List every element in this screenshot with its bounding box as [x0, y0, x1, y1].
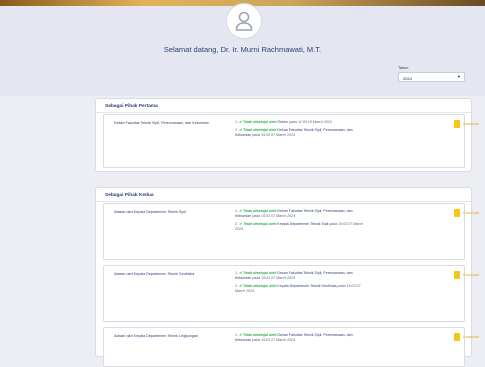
item-title: Dekan Fakultas Teknik Sipil, Perencanaan… [114, 121, 209, 125]
welcome-message: Selamat datang, Dr. Ir. Murni Rachmawati… [163, 45, 322, 54]
approval-log: 1. ✔ Telah disetujui oleh Dekan Fakultas… [235, 271, 365, 297]
download-label: Download [463, 272, 479, 277]
list-item: Dekan Fakultas Teknik Sipil, Perencanaan… [103, 114, 479, 168]
item-title: Atasan dari Kepala Departemen Teknik Geo… [114, 272, 195, 276]
user-icon [235, 11, 253, 31]
section-title: Sebagai Pihak Kedua [105, 193, 154, 198]
approval-log: 1. ✔ Telah disetujui oleh Rektor pada 11… [235, 120, 365, 141]
download-label: Download [463, 334, 479, 339]
list-item: Atasan dari Kepala Departemen Teknik Lin… [103, 327, 479, 367]
document-icon [454, 120, 460, 128]
tahun-select[interactable]: 2024 ▾ [398, 72, 465, 82]
log-entry: 1. ✔ Telah disetujui oleh Dekan Fakultas… [235, 209, 353, 218]
tahun-label: Tahun [398, 66, 409, 70]
divider [96, 201, 471, 202]
section-title: Sebagai Pihak Pertama [105, 104, 158, 109]
download-label: Download [463, 121, 479, 126]
document-icon [454, 209, 460, 217]
approval-log: 1. ✔ Telah disetujui oleh Dekan Fakultas… [235, 333, 365, 346]
divider [96, 112, 471, 113]
document-icon [454, 333, 460, 341]
list-item: Atasan dari Kepala Departemen Teknik Sip… [103, 203, 479, 260]
section-pihak-pertama: Sebagai Pihak Pertama Dekan Fakultas Tek… [95, 98, 479, 172]
download-label: Download [463, 210, 479, 215]
user-avatar[interactable] [226, 3, 262, 39]
chevron-down-icon: ▾ [457, 74, 460, 79]
approval-log: 1. ✔ Telah disetujui oleh Dekan Fakultas… [235, 209, 365, 235]
log-entry: 2. ✔ Telah disetujui oleh Dekan Fakultas… [235, 128, 353, 137]
log-entry: 2. ✔ Telah disetujui oleh Kepala Departe… [235, 284, 361, 293]
list-item: Atasan dari Kepala Departemen Teknik Geo… [103, 265, 479, 322]
log-entry: 1. ✔ Telah disetujui oleh Rektor pada 11… [235, 120, 332, 124]
item-title: Atasan dari Kepala Departemen Teknik Sip… [114, 210, 186, 214]
log-entry: 1. ✔ Telah disetujui oleh Dekan Fakultas… [235, 271, 353, 280]
log-entry: 1. ✔ Telah disetujui oleh Dekan Fakultas… [235, 333, 353, 342]
tahun-value: 2024 [403, 75, 412, 81]
section-pihak-kedua: Sebagai Pihak Kedua Atasan dari Kepala D… [95, 187, 479, 367]
document-icon [454, 271, 460, 279]
item-title: Atasan dari Kepala Departemen Teknik Lin… [114, 334, 198, 338]
log-entry: 2. ✔ Telah disetujui oleh Kepala Departe… [235, 222, 364, 231]
